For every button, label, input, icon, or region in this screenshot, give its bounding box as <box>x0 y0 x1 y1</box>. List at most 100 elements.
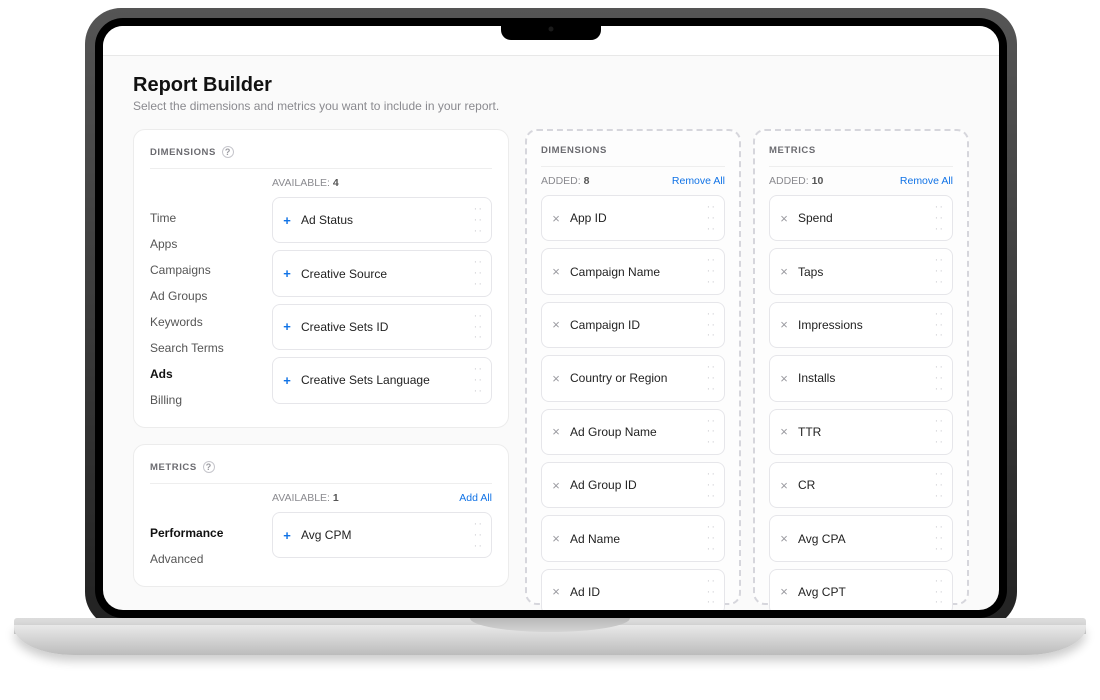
field-pill[interactable]: × TTR ······ <box>769 409 953 455</box>
field-pill[interactable]: ×Ad ID······ <box>541 569 725 610</box>
field-label: Ad Name <box>570 532 620 546</box>
remove-all-link[interactable]: Remove All <box>672 175 725 187</box>
field-pill[interactable]: ×Campaign ID······ <box>541 302 725 348</box>
sidebar-item[interactable]: Search Terms <box>150 335 272 361</box>
page-subtitle: Select the dimensions and metrics you wa… <box>133 99 969 113</box>
drag-handle-icon[interactable]: ······ <box>707 310 716 340</box>
drag-handle-icon[interactable]: ······ <box>707 203 716 233</box>
remove-icon[interactable]: × <box>550 479 562 491</box>
sidebar-item[interactable]: Billing <box>150 387 272 413</box>
field-label: Campaign Name <box>570 265 660 279</box>
available-label: AVAILABLE: 1 <box>272 492 339 504</box>
field-pill[interactable]: × Installs ······ <box>769 355 953 401</box>
drag-handle-icon[interactable]: ······ <box>935 363 944 393</box>
sidebar-item[interactable]: Apps <box>150 231 272 257</box>
drag-handle-icon[interactable]: ······ <box>935 523 944 553</box>
field-label: Creative Sets ID <box>301 320 388 334</box>
drag-handle-icon[interactable]: ······ <box>707 363 716 393</box>
drag-handle-icon[interactable]: ······ <box>707 417 716 447</box>
add-all-link[interactable]: Add All <box>459 492 492 504</box>
drag-handle-icon[interactable]: ······ <box>474 258 483 288</box>
remove-icon[interactable]: × <box>778 266 790 278</box>
drag-handle-icon[interactable]: ······ <box>935 577 944 607</box>
sidebar-item[interactable]: Time <box>150 205 272 231</box>
notch <box>501 18 601 40</box>
drag-handle-icon[interactable]: ······ <box>474 520 483 550</box>
remove-icon[interactable]: × <box>778 479 790 491</box>
dimensions-label: Dimensions <box>150 147 216 158</box>
field-pill[interactable]: × Ad Name ······ <box>541 515 725 561</box>
field-pill[interactable]: +Ad Status······ <box>272 197 492 243</box>
field-pill[interactable]: ×Taps······ <box>769 248 953 294</box>
remove-icon[interactable]: × <box>778 426 790 438</box>
field-label: Avg CPM <box>301 528 351 542</box>
field-pill[interactable]: ×Country or Region······ <box>541 355 725 401</box>
metrics-categories: PerformanceAdvanced <box>150 492 272 572</box>
remove-icon[interactable]: × <box>550 426 562 438</box>
drag-handle-icon[interactable]: ······ <box>707 256 716 286</box>
remove-icon[interactable]: × <box>550 266 562 278</box>
field-pill[interactable]: + Creative Sets ID ······ <box>272 304 492 350</box>
help-icon[interactable]: ? <box>222 146 234 158</box>
drag-handle-icon[interactable]: ······ <box>474 312 483 342</box>
drag-handle-icon[interactable]: ······ <box>935 256 944 286</box>
drag-handle-icon[interactable]: ······ <box>935 310 944 340</box>
sidebar-item[interactable]: Performance <box>150 520 272 546</box>
sidebar-item[interactable]: Campaigns <box>150 257 272 283</box>
help-icon[interactable]: ? <box>203 461 215 473</box>
drag-handle-icon[interactable]: ······ <box>935 470 944 500</box>
remove-all-link[interactable]: Remove All <box>900 175 953 187</box>
remove-icon[interactable]: × <box>778 533 790 545</box>
add-icon[interactable]: + <box>281 268 293 280</box>
remove-icon[interactable]: × <box>778 319 790 331</box>
field-pill[interactable]: × Impressions ······ <box>769 302 953 348</box>
field-pill[interactable]: × Spend ······ <box>769 195 953 241</box>
drag-handle-icon[interactable]: ······ <box>935 417 944 447</box>
drag-handle-icon[interactable]: ······ <box>707 577 716 607</box>
field-label: Impressions <box>798 318 863 332</box>
sidebar-item[interactable]: Keywords <box>150 309 272 335</box>
field-label: App ID <box>570 211 607 225</box>
remove-icon[interactable]: × <box>778 372 790 384</box>
drag-handle-icon[interactable]: ······ <box>474 205 483 235</box>
added-dimensions-panel[interactable]: Dimensions ADDED: 8 Remove All ×App ID·· <box>525 129 741 605</box>
remove-icon[interactable]: × <box>550 586 562 598</box>
remove-icon[interactable]: × <box>778 586 790 598</box>
added-metrics-panel[interactable]: Metrics ADDED: 10 Remove All ×Spend····· <box>753 129 969 605</box>
sidebar-item[interactable]: Ads <box>150 361 272 387</box>
add-icon[interactable]: + <box>281 529 293 541</box>
remove-icon[interactable]: × <box>550 319 562 331</box>
remove-icon[interactable]: × <box>778 212 790 224</box>
remove-icon[interactable]: × <box>550 372 562 384</box>
added-label: ADDED: 8 <box>541 175 589 187</box>
field-pill[interactable]: × Campaign Name ······ <box>541 248 725 294</box>
dimensions-categories: TimeAppsCampaignsAd GroupsKeywordsSearch… <box>150 177 272 413</box>
metrics-panel: Metrics ? PerformanceAdvanced AVAILABLE: <box>133 444 509 587</box>
field-pill[interactable]: ×Avg CPA······ <box>769 515 953 561</box>
field-label: Installs <box>798 371 835 385</box>
add-icon[interactable]: + <box>281 374 293 386</box>
remove-icon[interactable]: × <box>550 212 562 224</box>
drag-handle-icon[interactable]: ······ <box>707 470 716 500</box>
field-label: Creative Source <box>301 267 387 281</box>
field-pill[interactable]: + Creative Source ······ <box>272 250 492 296</box>
field-pill[interactable]: +Creative Sets Language······ <box>272 357 492 403</box>
field-label: TTR <box>798 425 821 439</box>
dimensions-label: Dimensions <box>541 145 607 156</box>
field-pill[interactable]: + Avg CPM ······ <box>272 512 492 558</box>
field-label: Spend <box>798 211 833 225</box>
field-pill[interactable]: ×Ad Group ID······ <box>541 462 725 508</box>
sidebar-item[interactable]: Ad Groups <box>150 283 272 309</box>
remove-icon[interactable]: × <box>550 533 562 545</box>
add-icon[interactable]: + <box>281 214 293 226</box>
field-pill[interactable]: ×Ad Group Name······ <box>541 409 725 455</box>
field-pill[interactable]: × App ID ······ <box>541 195 725 241</box>
add-icon[interactable]: + <box>281 321 293 333</box>
field-pill[interactable]: ×Avg CPT······ <box>769 569 953 610</box>
drag-handle-icon[interactable]: ······ <box>935 203 944 233</box>
field-pill[interactable]: ×CR······ <box>769 462 953 508</box>
sidebar-item[interactable]: Advanced <box>150 546 272 572</box>
drag-handle-icon[interactable]: ······ <box>707 523 716 553</box>
metrics-label: Metrics <box>150 462 197 473</box>
drag-handle-icon[interactable]: ······ <box>474 365 483 395</box>
